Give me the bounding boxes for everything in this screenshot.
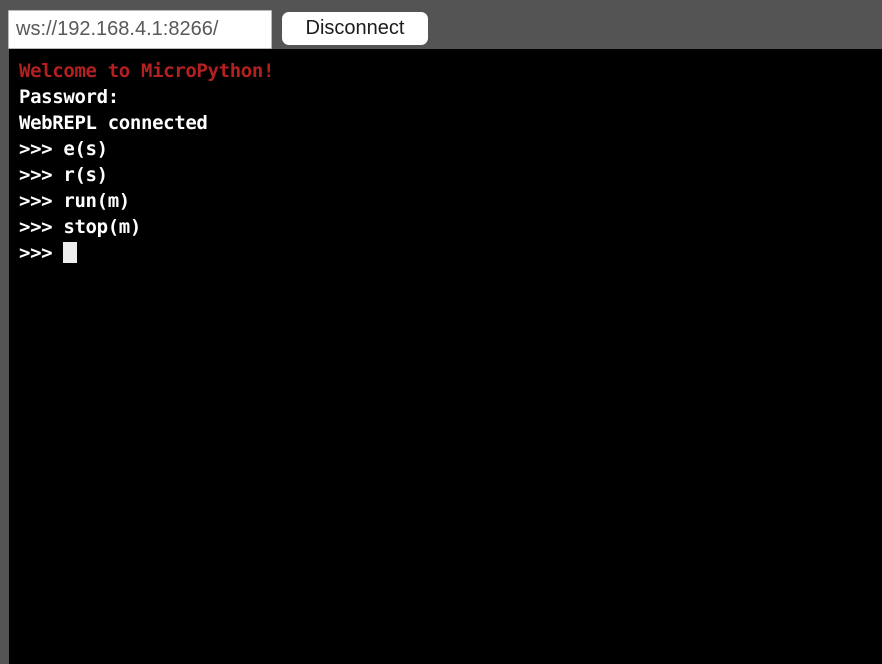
connection-toolbar: Disconnect [0, 0, 882, 49]
repl-terminal-output[interactable]: Welcome to MicroPython! Password: WebREPL … [9, 49, 882, 664]
terminal-prompt: >>> [19, 242, 64, 264]
terminal-current-prompt-line: >>> [19, 240, 882, 266]
websocket-url-input[interactable] [8, 10, 272, 49]
terminal-line-list: Welcome to MicroPython! Password: WebREPL … [19, 58, 882, 240]
terminal-line: Password: [19, 86, 119, 108]
terminal-line: >>> r(s) [19, 164, 108, 186]
terminal-line: >>> e(s) [19, 138, 108, 160]
terminal-line: >>> run(m) [19, 190, 130, 212]
terminal-line: Welcome to MicroPython! [19, 60, 275, 82]
terminal-line: >>> stop(m) [19, 216, 141, 238]
disconnect-button[interactable]: Disconnect [282, 12, 428, 45]
terminal-line: WebREPL connected [19, 112, 208, 134]
webrepl-window: Disconnect Welcome to MicroPython! Passwo… [0, 0, 882, 664]
text-cursor-block [63, 242, 78, 263]
